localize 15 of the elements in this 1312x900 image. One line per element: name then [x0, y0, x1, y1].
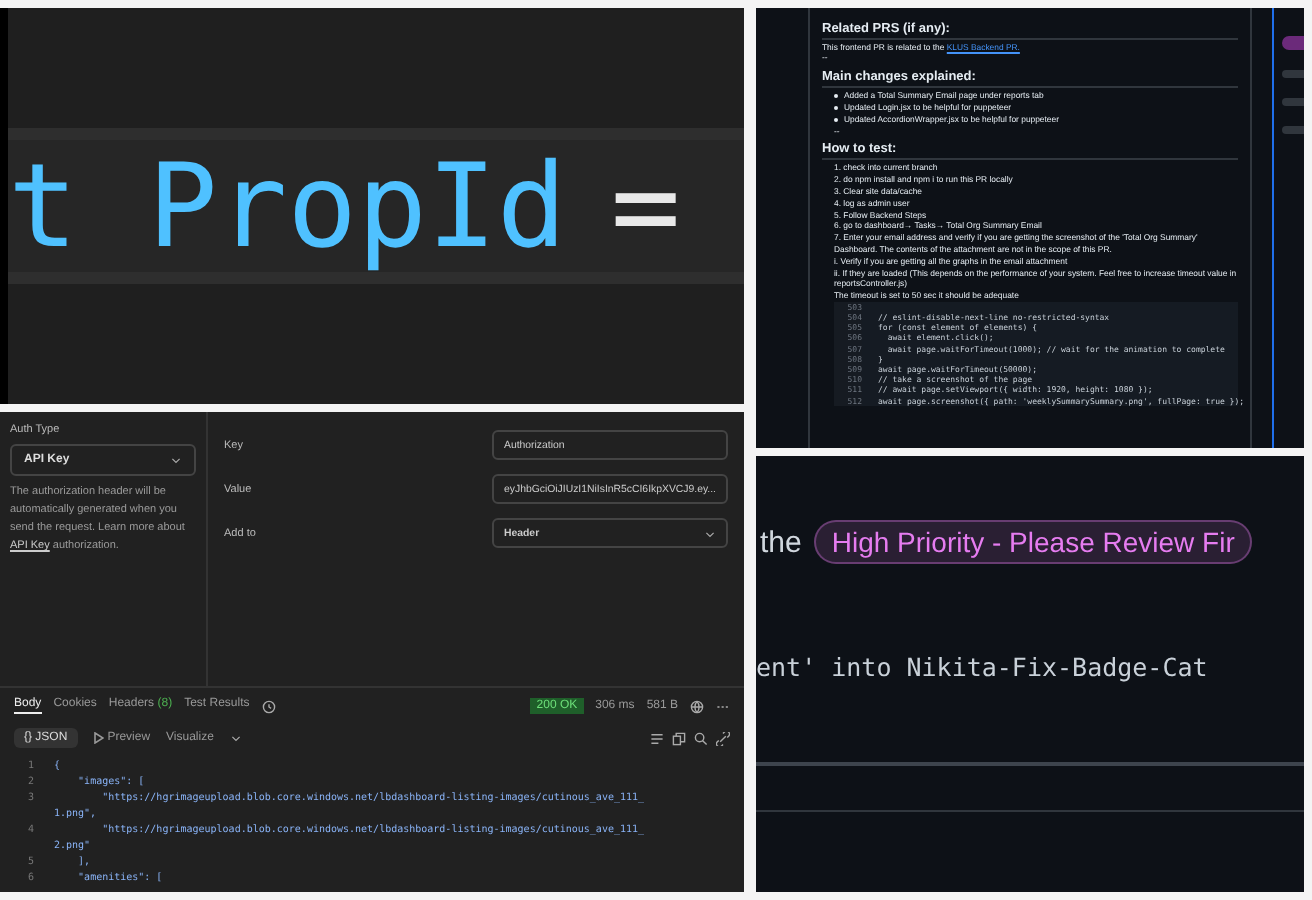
- chevron-down-icon[interactable]: [170, 454, 182, 466]
- play-icon: [93, 732, 104, 744]
- globe-icon[interactable]: [690, 699, 704, 713]
- label-badge[interactable]: High Priority - Please Review Fir: [813, 520, 1253, 564]
- commit-message: ent' into Nikita-Fix-Badge-Cat: [756, 652, 1210, 682]
- code-token: t PropId: [8, 138, 567, 274]
- wrap-lines-icon[interactable]: [650, 731, 664, 745]
- timeline-text: the: [758, 525, 802, 559]
- code-token: =: [610, 138, 681, 274]
- link-icon[interactable]: [716, 731, 730, 745]
- history-icon[interactable]: [261, 699, 276, 713]
- chevron-down-icon[interactable]: [704, 527, 716, 539]
- copy-icon[interactable]: [672, 731, 686, 745]
- chevron-down-icon[interactable]: [229, 732, 242, 744]
- search-icon[interactable]: [694, 731, 708, 745]
